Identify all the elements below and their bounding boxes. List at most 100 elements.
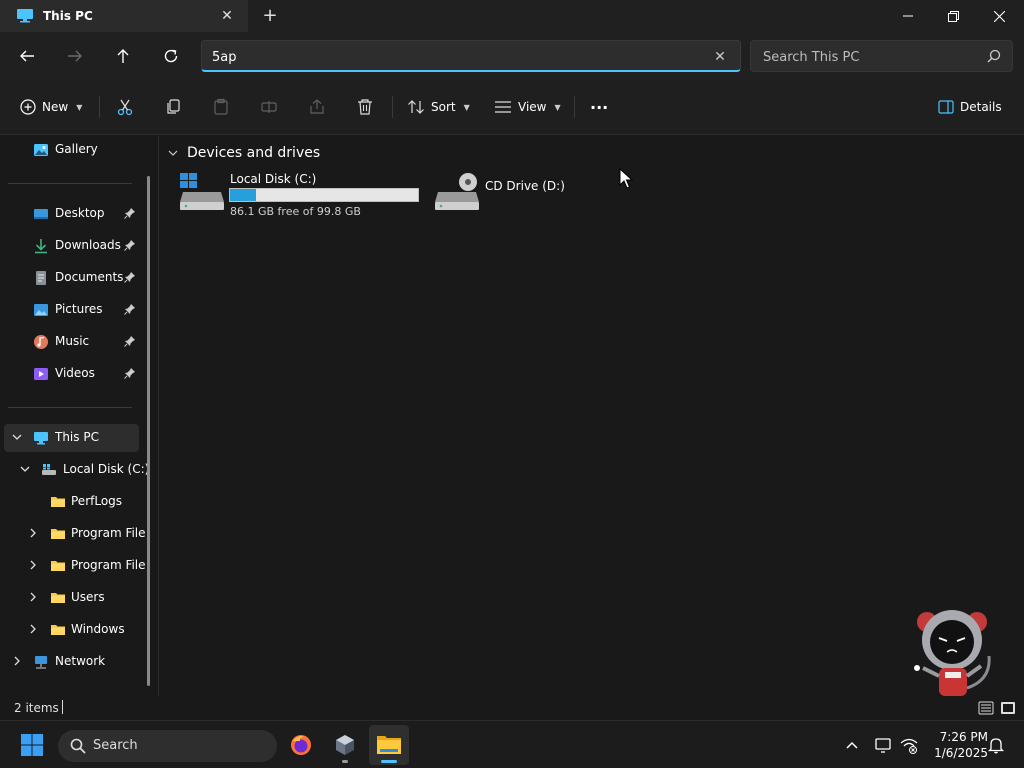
- sidebar-item-local-disk[interactable]: Local Disk (C:): [0, 456, 149, 484]
- details-button[interactable]: Details: [938, 92, 1002, 122]
- taskbar-search[interactable]: Search: [58, 730, 277, 762]
- paste-button[interactable]: [212, 92, 230, 122]
- copy-button[interactable]: [164, 92, 182, 122]
- sidebar-item-label: Videos: [55, 366, 95, 380]
- view-list-icon: [495, 101, 511, 113]
- rename-button[interactable]: [260, 92, 278, 122]
- cut-button[interactable]: [116, 92, 134, 122]
- sidebar-item-label: Local Disk (C:): [63, 462, 150, 476]
- network-icon: [35, 656, 47, 669]
- share-button[interactable]: [308, 92, 326, 122]
- address-bar-row: ✕: [0, 32, 1024, 80]
- drive-free-space: 86.1 GB free of 99.8 GB: [230, 205, 361, 218]
- sidebar-scrollbar[interactable]: [147, 176, 150, 686]
- start-button[interactable]: [12, 725, 52, 765]
- sidebar-item-label: Users: [71, 590, 105, 604]
- back-button[interactable]: [13, 42, 41, 70]
- minimize-button[interactable]: [885, 0, 931, 32]
- chevron-down-icon[interactable]: [19, 463, 31, 475]
- sidebar-item-folder[interactable]: PerfLogs: [0, 488, 140, 516]
- tiles-view-icon[interactable]: [1000, 700, 1016, 716]
- refresh-button[interactable]: [157, 42, 185, 70]
- notification-bell-icon[interactable]: [986, 735, 1006, 755]
- sort-icon: [408, 100, 424, 114]
- scissors-icon: [117, 99, 133, 116]
- sidebar-item-folder[interactable]: Users: [0, 584, 140, 612]
- delete-button[interactable]: [356, 92, 374, 122]
- sidebar-item-music[interactable]: Music: [0, 328, 140, 356]
- chevron-right-icon[interactable]: [27, 623, 39, 635]
- sidebar-item-network[interactable]: Network: [0, 648, 140, 676]
- sidebar-item-folder[interactable]: Program File: [0, 552, 146, 580]
- restore-button[interactable]: [930, 0, 976, 32]
- running-indicator: [342, 760, 348, 763]
- item-count: 2 items: [14, 701, 59, 715]
- close-window-button[interactable]: [976, 0, 1022, 32]
- new-button[interactable]: New ▼: [20, 92, 82, 122]
- taskbar-clock[interactable]: 7:26 PM 1/6/2025: [926, 729, 988, 761]
- forward-button[interactable]: [61, 42, 89, 70]
- tab-this-pc[interactable]: This PC ✕: [0, 0, 248, 32]
- sort-button[interactable]: Sort ▼: [407, 92, 470, 122]
- display-icon[interactable]: [873, 735, 893, 755]
- folder-icon: [51, 497, 65, 507]
- sidebar-item-desktop[interactable]: Desktop: [0, 200, 140, 228]
- drive-local-disk-c[interactable]: Local Disk (C:) 86.1 GB free of 99.8 GB: [179, 172, 424, 222]
- chevron-right-icon[interactable]: [27, 527, 39, 539]
- hard-drive-icon: [180, 173, 224, 210]
- arrow-left-icon: [20, 50, 34, 62]
- sidebar-item-gallery[interactable]: Gallery: [0, 136, 140, 164]
- up-button[interactable]: [109, 42, 137, 70]
- clear-address-icon[interactable]: ✕: [710, 47, 730, 67]
- search-input[interactable]: [763, 47, 973, 67]
- sidebar-item-label: Desktop: [55, 206, 105, 220]
- sidebar-item-this-pc[interactable]: This PC: [4, 424, 139, 452]
- sidebar-item-videos[interactable]: Videos: [0, 360, 140, 388]
- taskbar-search-label: Search: [93, 738, 138, 753]
- view-label: View: [518, 100, 547, 114]
- chevron-up-icon[interactable]: [842, 735, 862, 755]
- divider: [392, 96, 393, 118]
- sidebar-item-downloads[interactable]: Downloads: [0, 232, 140, 260]
- clock-date: 1/6/2025: [934, 746, 988, 760]
- plus-circle-icon: [20, 99, 36, 115]
- view-button[interactable]: View ▼: [494, 92, 561, 122]
- trash-icon: [358, 99, 372, 115]
- group-header-devices[interactable]: Devices and drives: [167, 145, 320, 161]
- more-options-button[interactable]: ···: [590, 92, 608, 122]
- taskbar-firefox[interactable]: [281, 725, 321, 765]
- status-bar: 2 items: [0, 696, 1024, 720]
- folder-icon: [51, 593, 65, 603]
- drive-usage-fill: [230, 189, 256, 201]
- drive-name: CD Drive (D:): [485, 179, 565, 193]
- firefox-icon: [291, 735, 311, 755]
- taskbar-file-explorer[interactable]: [369, 725, 409, 765]
- taskbar: Search 7:26 PM 1/6/2025: [0, 720, 1024, 768]
- computer-icon: [34, 432, 48, 445]
- restore-icon: [947, 10, 959, 22]
- share-icon: [310, 99, 324, 114]
- new-tab-button[interactable]: +: [259, 5, 281, 27]
- chevron-down-icon[interactable]: [11, 431, 23, 443]
- divider: [99, 96, 100, 118]
- taskbar-app-cube[interactable]: [325, 725, 365, 765]
- details-view-icon[interactable]: [978, 700, 994, 716]
- sidebar-item-pictures[interactable]: Pictures: [0, 296, 140, 324]
- desktop-icon: [34, 209, 48, 219]
- drive-cd-drive-d[interactable]: CD Drive (D:): [434, 172, 565, 222]
- network-disconnected-icon[interactable]: [899, 735, 919, 755]
- sidebar-item-documents[interactable]: Documents: [0, 264, 140, 292]
- chevron-right-icon[interactable]: [11, 655, 23, 667]
- address-field[interactable]: ✕: [201, 40, 741, 72]
- minimize-icon: [903, 15, 913, 17]
- sidebar-item-folder[interactable]: Program File: [0, 520, 146, 548]
- sidebar-item-folder[interactable]: Windows: [0, 616, 140, 644]
- sidebar-item-label: This PC: [55, 430, 99, 444]
- cd-drive-icon: [435, 173, 479, 210]
- tab-close-icon[interactable]: ✕: [217, 6, 237, 26]
- chevron-right-icon[interactable]: [27, 559, 39, 571]
- search-box[interactable]: [750, 40, 1013, 72]
- address-input[interactable]: [212, 47, 692, 67]
- sidebar-item-label: Program File: [71, 558, 146, 572]
- chevron-right-icon[interactable]: [27, 591, 39, 603]
